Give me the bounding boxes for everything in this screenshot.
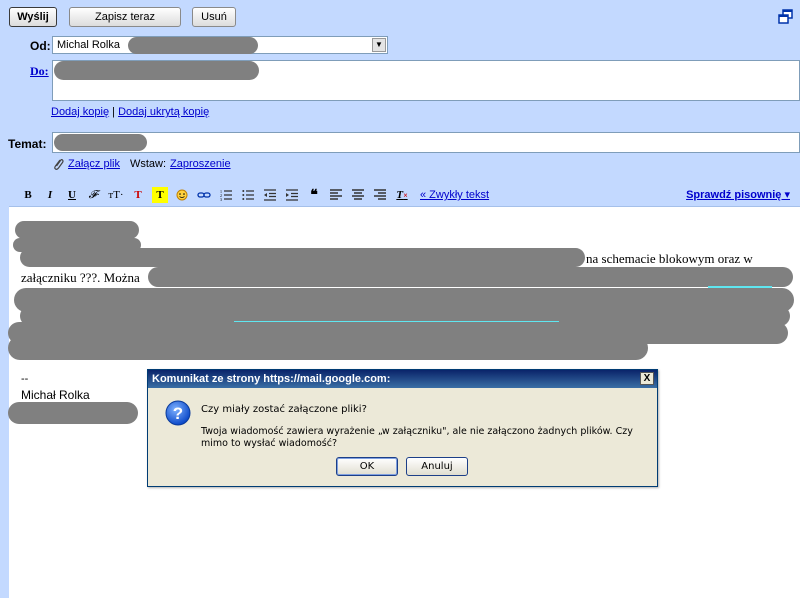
highlight-color-icon[interactable]: T (152, 187, 168, 203)
formatting-toolbar: B I U 𝓕· тT· T T 123 ❝ T × « Zwykły tekst (20, 186, 489, 204)
attach-row: Załącz plik Wstaw: Zaproszenie (52, 157, 231, 171)
from-label: Od: (30, 39, 51, 53)
svg-text:3: 3 (220, 197, 222, 201)
send-button[interactable]: Wyślij (9, 7, 57, 27)
svg-text:?: ? (173, 404, 183, 423)
dialog-question: Czy miały zostać załączone pliki? (201, 404, 367, 415)
indent-icon[interactable] (284, 187, 300, 203)
paperclip-icon (54, 159, 64, 170)
body-left-border (0, 206, 9, 598)
font-size-button[interactable]: тT· (108, 187, 124, 203)
dialog-title: Komunikat ze strony https://mail.google.… (152, 373, 391, 385)
compose-header (0, 0, 800, 206)
bold-button[interactable]: B (20, 187, 36, 203)
save-now-button[interactable]: Zapisz teraz (69, 7, 181, 27)
italic-button[interactable]: I (42, 187, 58, 203)
add-bcc-link[interactable]: Dodaj ukrytą kopię (118, 106, 209, 118)
align-left-icon[interactable] (328, 187, 344, 203)
invitation-link[interactable]: Zaproszenie (170, 158, 231, 170)
plain-text-link[interactable]: « Zwykły tekst (420, 189, 489, 201)
bulleted-list-icon[interactable] (240, 187, 256, 203)
close-icon[interactable]: X (640, 372, 654, 385)
signature-dash: -- (21, 373, 29, 385)
redacted-body-line-6 (8, 336, 648, 360)
redacted-body-line-2 (148, 267, 793, 287)
body-line-2-start: załączniku ???. Można (21, 270, 140, 285)
subject-label: Temat: (8, 137, 47, 151)
remove-formatting-icon[interactable]: T × (394, 187, 410, 203)
cc-separator: | (112, 106, 116, 118)
font-family-button[interactable]: 𝓕· (86, 187, 102, 203)
popout-icon[interactable] (778, 9, 794, 25)
redacted-subject (54, 134, 147, 151)
to-link[interactable]: Do: (30, 64, 49, 79)
outdent-icon[interactable] (262, 187, 278, 203)
redacted-recipient (54, 61, 259, 80)
body-line-1-tail: na schemacie blokowym oraz w (586, 251, 753, 266)
attach-file-link[interactable]: Załącz plik (68, 158, 120, 170)
spellcheck-link[interactable]: Sprawdź pisownię ▾ (686, 188, 790, 201)
quote-icon[interactable]: ❝ (306, 187, 322, 203)
add-cc-link[interactable]: Dodaj kopię (51, 106, 109, 118)
subject-field[interactable] (52, 132, 800, 153)
dialog-titlebar[interactable]: Komunikat ze strony https://mail.google.… (148, 370, 657, 388)
link-icon[interactable] (196, 187, 212, 203)
text-color-icon[interactable]: T (130, 187, 146, 203)
align-center-icon[interactable] (350, 187, 366, 203)
question-icon: ? (165, 400, 191, 426)
cancel-button[interactable]: Anuluj (406, 457, 468, 476)
emoticon-icon[interactable] (174, 187, 190, 203)
signature-name: Michał Rolka (21, 388, 90, 402)
confirm-dialog: Komunikat ze strony https://mail.google.… (147, 369, 658, 487)
underline-button[interactable]: U (64, 187, 80, 203)
from-value: Michal Rolka (57, 39, 120, 51)
redacted-signature (8, 402, 138, 424)
insert-label: Wstaw: (129, 158, 167, 170)
numbered-list-icon[interactable]: 123 (218, 187, 234, 203)
redacted-from-address (128, 37, 258, 54)
dialog-message: Twoja wiadomość zawiera wyrażenie „w zał… (201, 426, 633, 449)
redacted-greeting (15, 221, 139, 239)
delete-button[interactable]: Usuń (192, 7, 236, 27)
redacted-body-line-1b (20, 248, 585, 267)
chevron-down-icon[interactable]: ▼ (372, 38, 386, 52)
ok-button[interactable]: OK (336, 457, 398, 476)
cc-links: Dodaj kopię | Dodaj ukrytą kopię (51, 106, 209, 118)
align-right-icon[interactable] (372, 187, 388, 203)
